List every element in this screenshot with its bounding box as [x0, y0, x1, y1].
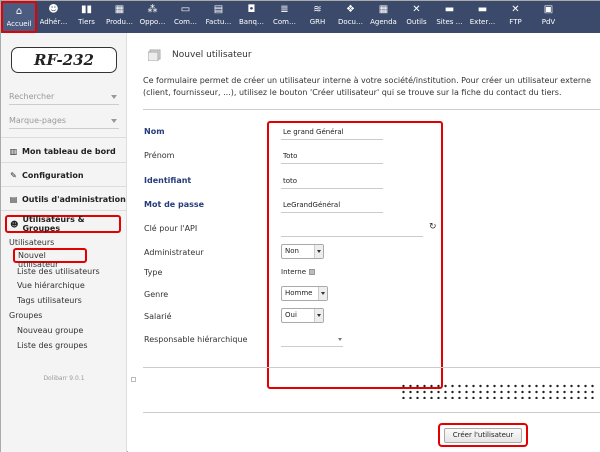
- sidebar-item-hierarchy[interactable]: Vue hiérarchique: [17, 281, 85, 290]
- top-menu-bar: ⌂ Accueil ☻ Adhér… ▮▮ Tiers ▦ Produ… ⁂ O…: [1, 1, 600, 33]
- page-title: Nouvel utilisateur: [147, 49, 252, 62]
- label-prenom: Prénom: [144, 151, 175, 160]
- company-logo[interactable]: RF-232: [11, 47, 117, 73]
- form-bottom-divider: [143, 412, 600, 413]
- commercial-icon: ▭: [180, 4, 191, 15]
- top-menu-ftp[interactable]: ✕ FTP: [499, 1, 532, 33]
- top-menu-produits[interactable]: ▦ Produ…: [103, 1, 136, 33]
- billing-icon: ▤: [213, 4, 224, 15]
- users-icon: ☻: [10, 219, 19, 229]
- top-menu-outils[interactable]: ✕ Outils: [400, 1, 433, 33]
- sidebar-divider: [1, 210, 127, 211]
- sidebar-item-users-groups[interactable]: ☻ Utilisateurs & Groupes: [5, 215, 121, 233]
- bookmarks-select[interactable]: Marque-pages: [9, 113, 119, 129]
- nom-input[interactable]: Le grand Général: [281, 124, 383, 140]
- top-menu-facturation[interactable]: ▤ Factu…: [202, 1, 235, 33]
- form-description: Ce formulaire permet de créer un utilisa…: [143, 76, 592, 97]
- chevron-down-icon: [314, 245, 323, 258]
- label-salarie: Salarié: [144, 312, 172, 321]
- decorative-dots: [400, 383, 598, 399]
- prenom-input[interactable]: Toto: [281, 148, 383, 164]
- left-sidebar: RF-232 Rechercher Marque-pages ▥ Mon tab…: [1, 33, 127, 452]
- top-menu-externe[interactable]: ▬ Exter…: [466, 1, 499, 33]
- refresh-icon[interactable]: ↻: [429, 222, 437, 232]
- opportunities-icon: ⁂: [147, 4, 158, 15]
- sidebar-divider: [1, 186, 127, 187]
- chevron-down-icon: [111, 95, 117, 99]
- top-menu-commercial[interactable]: ▭ Com…: [169, 1, 202, 33]
- search-select[interactable]: Rechercher: [9, 89, 119, 105]
- hr-icon: ≋: [313, 4, 322, 15]
- home-icon: ⌂: [15, 6, 23, 17]
- responsable-select[interactable]: [281, 331, 343, 347]
- label-password: Mot de passe: [144, 200, 205, 209]
- identifiant-input[interactable]: toto: [281, 173, 383, 189]
- label-nom: Nom: [144, 127, 165, 136]
- top-menu-opportunites[interactable]: ⁂ Oppo…: [136, 1, 169, 33]
- version-label: Dolibarr 9.0.1: [43, 375, 85, 382]
- wrench-icon: ✎: [10, 171, 17, 180]
- pos-icon: ▣: [543, 4, 554, 15]
- products-icon: ▦: [114, 4, 125, 15]
- label-type: Type: [144, 268, 163, 277]
- label-responsable: Responsable hiérarchique: [144, 335, 248, 344]
- label-identifiant: Identifiant: [144, 176, 192, 185]
- sidebar-item-configuration[interactable]: ✎ Configuration: [9, 171, 83, 180]
- chevron-down-icon: [338, 338, 342, 341]
- agenda-icon: ▦: [378, 4, 389, 15]
- thirdparty-icon: ▮▮: [81, 4, 93, 15]
- top-menu-accueil[interactable]: ⌂ Accueil: [1, 1, 37, 33]
- label-admin: Administrateur: [144, 248, 204, 257]
- admin-select[interactable]: Non: [281, 244, 324, 259]
- info-icon: [309, 269, 316, 275]
- top-menu-agenda[interactable]: ▦ Agenda: [367, 1, 400, 33]
- sidebar-item-new-group[interactable]: Nouveau groupe: [17, 326, 83, 335]
- top-menu-sites[interactable]: ▬ Sites …: [433, 1, 466, 33]
- sidebar-section-users[interactable]: Utilisateurs: [9, 238, 54, 247]
- documents-icon: ❖: [346, 4, 355, 15]
- sidebar-item-dashboard[interactable]: ▥ Mon tableau de bord: [9, 147, 116, 156]
- sidebar-item-user-list[interactable]: Liste des utilisateurs: [17, 267, 100, 276]
- server-icon: ▤: [9, 195, 18, 204]
- submit-highlight: Créer l'utilisateur: [438, 423, 528, 447]
- top-menu-adherents[interactable]: ☻ Adhér…: [37, 1, 70, 33]
- top-menu-banque[interactable]: ◘ Banq…: [235, 1, 268, 33]
- websites-icon: ▬: [444, 4, 455, 15]
- sidebar-divider: [1, 162, 127, 163]
- genre-select[interactable]: Homme: [281, 286, 328, 301]
- label-genre: Genre: [144, 290, 169, 299]
- sidebar-item-group-list[interactable]: Liste des groupes: [17, 341, 87, 350]
- chevron-down-icon: [318, 287, 327, 300]
- top-menu-comptabilite[interactable]: ≣ Com…: [268, 1, 301, 33]
- api-key-input[interactable]: [281, 221, 423, 237]
- ftp-icon: ✕: [511, 4, 520, 15]
- salarie-select[interactable]: Oui: [281, 308, 324, 323]
- sidebar-item-new-user[interactable]: Nouvel utilisateur: [13, 248, 87, 269]
- create-user-button[interactable]: Créer l'utilisateur: [444, 427, 522, 443]
- main-content: Nouvel utilisateur Ce formulaire permet …: [128, 33, 600, 452]
- accounting-icon: ≣: [280, 4, 289, 15]
- top-menu-pdv[interactable]: ▣ PdV: [532, 1, 565, 33]
- members-icon: ☻: [48, 4, 59, 15]
- chevron-down-icon: [314, 309, 323, 322]
- top-menu-tiers[interactable]: ▮▮ Tiers: [70, 1, 103, 33]
- bank-icon: ◘: [247, 4, 256, 15]
- top-menu-documents[interactable]: ❖ Docu…: [334, 1, 367, 33]
- sidebar-section-groups[interactable]: Groupes: [9, 311, 42, 320]
- password-input[interactable]: LeGrandGénéral: [281, 197, 383, 213]
- sidebar-item-user-tags[interactable]: Tags utilisateurs: [17, 296, 82, 305]
- sidebar-divider: [1, 137, 127, 138]
- external-icon: ▬: [477, 4, 488, 15]
- sidebar-item-admin-tools[interactable]: ▤ Outils d'administration: [9, 195, 126, 204]
- form-divider: [143, 367, 600, 368]
- form-top-divider: [143, 109, 600, 110]
- chevron-down-icon: [111, 119, 117, 123]
- chart-icon: ▥: [9, 147, 18, 156]
- type-value: Interne: [281, 268, 316, 276]
- top-menu-grh[interactable]: ≋ GRH: [301, 1, 334, 33]
- resize-handle[interactable]: [131, 377, 136, 382]
- label-api-key: Clé pour l'API: [144, 224, 198, 233]
- user-card-icon: [147, 49, 162, 62]
- tools-icon: ✕: [412, 4, 421, 15]
